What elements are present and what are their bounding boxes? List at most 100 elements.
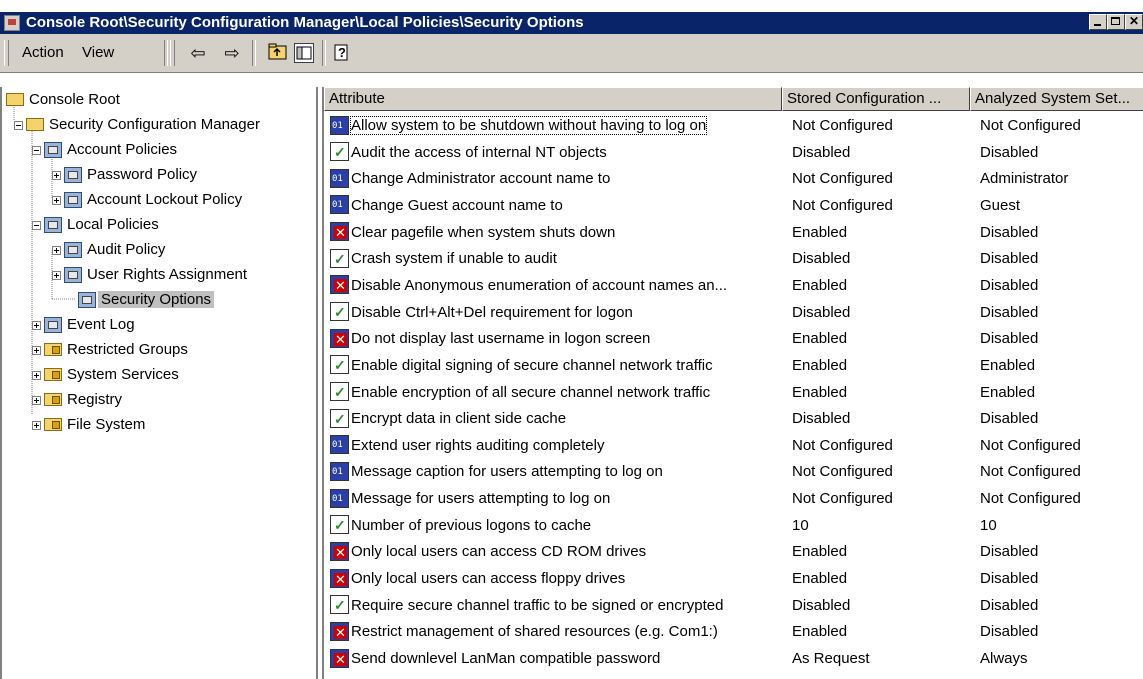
tree-node-label: File System bbox=[67, 416, 146, 433]
table-row[interactable]: Clear pagefile when system shuts down Ena… bbox=[324, 220, 1143, 246]
tree-node-label: Restricted Groups bbox=[67, 341, 188, 358]
attribute-text: Audit the access of internal NT objects bbox=[351, 143, 607, 161]
lock-folder-icon bbox=[44, 342, 62, 356]
analyzed-system-setting-cell: Not Configured bbox=[980, 436, 1081, 454]
expand-icon[interactable] bbox=[52, 245, 61, 255]
toolbar-grip-2[interactable] bbox=[170, 40, 175, 66]
match-icon bbox=[330, 246, 349, 272]
attribute-text: Crash system if unable to audit bbox=[351, 250, 557, 268]
maximize-button[interactable] bbox=[1107, 14, 1125, 30]
table-row[interactable]: Require secure channel traffic to be sig… bbox=[324, 592, 1143, 619]
action-menu[interactable]: Action bbox=[22, 44, 64, 61]
table-row[interactable]: Number of previous logons to cache 10 10 bbox=[324, 512, 1143, 539]
help-icon[interactable]: ? bbox=[332, 43, 352, 63]
stored-configuration-cell: Enabled bbox=[792, 356, 848, 374]
table-row[interactable]: Only local users can access CD ROM drive… bbox=[324, 539, 1143, 565]
stored-configuration-cell: Disabled bbox=[792, 143, 851, 161]
forward-arrow-icon[interactable]: ⇨ bbox=[222, 43, 242, 63]
attribute-cell: Message for users attempting to log on bbox=[330, 486, 610, 512]
tree-node-restricted-groups[interactable]: Restricted Groups bbox=[32, 337, 191, 362]
stored-configuration-cell: Not Configured bbox=[792, 196, 893, 214]
table-row[interactable]: Send downlevel LanMan compatible passwor… bbox=[324, 646, 1143, 672]
tree-node-label: Event Log bbox=[67, 316, 135, 333]
table-row[interactable]: Message caption for users attempting to … bbox=[324, 459, 1143, 485]
close-button[interactable] bbox=[1125, 14, 1143, 30]
table-row[interactable]: Restrict management of shared resources … bbox=[324, 619, 1143, 645]
table-row[interactable]: Extend user rights auditing completely No… bbox=[324, 432, 1143, 459]
tree-node-local-policies[interactable]: Local Policies bbox=[32, 212, 162, 237]
tree-node-registry[interactable]: Registry bbox=[32, 387, 125, 412]
collapse-icon[interactable] bbox=[32, 145, 41, 155]
mismatch-icon bbox=[330, 328, 349, 348]
collapse-icon[interactable] bbox=[14, 120, 23, 130]
column-header-attribute[interactable]: Attribute bbox=[324, 87, 782, 111]
table-row[interactable]: Message for users attempting to log on No… bbox=[324, 486, 1143, 512]
mmc-app-icon bbox=[4, 15, 20, 31]
table-row[interactable]: Change Guest account name to Not Configur… bbox=[324, 192, 1143, 219]
not-configured-icon bbox=[330, 192, 349, 218]
expand-icon[interactable] bbox=[52, 195, 61, 205]
policy-icon bbox=[64, 242, 82, 259]
table-row[interactable]: Disable Anonymous enumeration of account… bbox=[324, 273, 1143, 299]
not-configured-icon bbox=[330, 166, 349, 192]
expand-icon[interactable] bbox=[32, 420, 41, 430]
table-row[interactable]: Crash system if unable to audit Disabled D… bbox=[324, 246, 1143, 272]
minimize-button[interactable] bbox=[1089, 14, 1107, 30]
lock-folder-icon bbox=[44, 417, 62, 431]
tree-node-password-policy[interactable]: Password Policy bbox=[52, 162, 200, 187]
expand-icon[interactable] bbox=[32, 320, 41, 330]
table-row[interactable]: Change Administrator account name to Not … bbox=[324, 166, 1143, 192]
attribute-text: Disable Ctrl+Alt+Del requirement for log… bbox=[351, 303, 633, 321]
stored-configuration-cell: Enabled bbox=[792, 570, 848, 588]
tree-node-security-configuration-manager[interactable]: Security Configuration Manager bbox=[14, 112, 263, 137]
expand-icon[interactable] bbox=[32, 370, 41, 380]
table-row[interactable]: Encrypt data in client side cache Disable… bbox=[324, 406, 1143, 432]
expand-icon[interactable] bbox=[52, 270, 61, 280]
analyzed-system-setting-cell: Guest bbox=[980, 196, 1021, 214]
attribute-text: Encrypt data in client side cache bbox=[351, 410, 567, 428]
toolbar-grip[interactable] bbox=[4, 40, 9, 66]
tree-node-system-services[interactable]: System Services bbox=[32, 362, 182, 387]
tree-node-event-log[interactable]: Event Log bbox=[32, 312, 138, 337]
tree-node-label: Registry bbox=[67, 391, 123, 408]
expand-icon[interactable] bbox=[32, 395, 41, 405]
collapse-icon[interactable] bbox=[32, 220, 41, 230]
expand-icon[interactable] bbox=[52, 170, 61, 180]
table-row[interactable]: Allow system to be shutdown without havi… bbox=[324, 113, 1143, 139]
tree-node-account-policies[interactable]: Account Policies bbox=[32, 137, 180, 162]
window-controls bbox=[1089, 14, 1143, 32]
tree-node-label: Local Policies bbox=[67, 216, 159, 233]
table-row[interactable]: Do not display last username in logon sc… bbox=[324, 326, 1143, 352]
table-row[interactable]: Audit the access of internal NT objects D… bbox=[324, 139, 1143, 166]
folder-icon bbox=[6, 92, 24, 106]
column-header-stored-configuration[interactable]: Stored Configuration ... bbox=[782, 87, 970, 111]
tree-node-label: Security Options bbox=[98, 291, 215, 308]
column-header-analyzed-system-setting[interactable]: Analyzed System Set... bbox=[970, 87, 1143, 111]
table-row[interactable]: Enable encryption of all secure channel … bbox=[324, 379, 1143, 406]
analyzed-system-setting-cell: Always bbox=[980, 650, 1028, 667]
attribute-text: Send downlevel LanMan compatible passwor… bbox=[351, 650, 661, 667]
tree-node-account-lockout-policy[interactable]: Account Lockout Policy bbox=[52, 187, 245, 212]
attribute-cell: Crash system if unable to audit bbox=[330, 246, 557, 272]
table-row[interactable]: Only local users can access floppy drive… bbox=[324, 566, 1143, 592]
match-icon bbox=[330, 379, 349, 405]
view-menu[interactable]: View bbox=[82, 44, 114, 61]
expand-icon[interactable] bbox=[32, 345, 41, 355]
tree-node-user-rights-assignment[interactable]: User Rights Assignment bbox=[52, 262, 250, 287]
not-configured-icon bbox=[330, 432, 349, 458]
show-hide-tree-icon[interactable] bbox=[294, 43, 314, 63]
stored-configuration-cell: Enabled bbox=[792, 383, 848, 401]
stored-configuration-cell: Not Configured bbox=[792, 170, 893, 188]
table-row[interactable]: Disable Ctrl+Alt+Del requirement for log… bbox=[324, 299, 1143, 326]
table-row[interactable]: Enable digital signing of secure channel… bbox=[324, 352, 1143, 379]
analyzed-system-setting-cell: Disabled bbox=[980, 143, 1039, 161]
tree-node-label: System Services bbox=[67, 366, 179, 383]
tree-node-console-root[interactable]: Console Root bbox=[6, 87, 123, 112]
tree-node-file-system[interactable]: File System bbox=[32, 412, 148, 437]
analyzed-system-setting-cell: Disabled bbox=[980, 570, 1039, 588]
up-folder-icon[interactable] bbox=[268, 43, 288, 63]
back-arrow-icon[interactable]: ⇦ bbox=[188, 43, 208, 63]
tree-node-audit-policy[interactable]: Audit Policy bbox=[52, 237, 168, 262]
tree-node-security-options[interactable]: Security Options bbox=[78, 287, 215, 312]
analyzed-system-setting-cell: Disabled bbox=[980, 596, 1039, 614]
